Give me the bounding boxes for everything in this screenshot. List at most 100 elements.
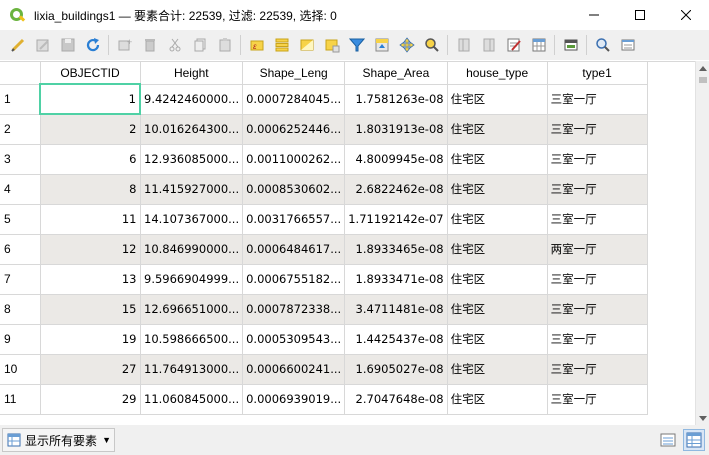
cell-house-type[interactable]: 住宅区 xyxy=(447,294,548,325)
cell-shape-area[interactable]: 1.6905027e-08 xyxy=(344,354,448,385)
cell-objectid[interactable]: 29 xyxy=(40,384,141,415)
cell-objectid[interactable]: 6 xyxy=(40,144,141,175)
table-row[interactable]: 1 1 9.4242460000... 0.0007284045... 1.758126… xyxy=(0,83,648,115)
cell-shape-area[interactable]: 4.8009945e-08 xyxy=(344,144,448,175)
cell-house-type[interactable]: 住宅区 xyxy=(447,234,548,265)
column-header-objectid[interactable]: OBJECTID xyxy=(40,62,141,85)
row-header[interactable]: 5 xyxy=(0,204,41,235)
cell-objectid[interactable]: 2 xyxy=(40,114,141,145)
new-field-icon[interactable] xyxy=(451,33,476,57)
scroll-down-arrow-icon[interactable] xyxy=(696,411,709,425)
cell-shape-leng[interactable]: 0.0011000262... xyxy=(242,144,346,175)
maximize-button[interactable] xyxy=(617,0,663,30)
cell-height[interactable]: 10.598666500... xyxy=(140,324,244,355)
pan-to-selection-icon[interactable] xyxy=(394,33,419,57)
row-header[interactable]: 10 xyxy=(0,354,41,385)
cell-objectid[interactable]: 1 xyxy=(39,83,141,115)
cell-shape-leng[interactable]: 0.0006600241... xyxy=(242,354,346,385)
row-header[interactable]: 7 xyxy=(0,264,41,295)
cell-shape-leng[interactable]: 0.0006755182... xyxy=(242,264,346,295)
select-by-expression-icon[interactable]: ε xyxy=(244,33,269,57)
select-all-icon[interactable] xyxy=(269,33,294,57)
cell-shape-area[interactable]: 1.7581263e-08 xyxy=(344,84,448,115)
cell-house-type[interactable]: 住宅区 xyxy=(447,204,548,235)
cell-shape-leng[interactable]: 0.0007284045... xyxy=(242,84,346,115)
cell-objectid[interactable]: 27 xyxy=(40,354,141,385)
table-row[interactable]: 10 27 11.764913000... 0.0006600241... 1.6905… xyxy=(0,354,648,385)
table-row[interactable]: 4 8 11.415927000... 0.0008530602... 2.682246… xyxy=(0,174,648,205)
row-header[interactable]: 9 xyxy=(0,324,41,355)
scroll-up-arrow-icon[interactable] xyxy=(696,61,709,75)
close-button[interactable] xyxy=(663,0,709,30)
cell-shape-leng[interactable]: 0.0031766557... xyxy=(242,204,346,235)
paste-icon[interactable] xyxy=(212,33,237,57)
toggle-editing-icon[interactable] xyxy=(5,33,30,57)
table-view-button[interactable] xyxy=(683,429,705,451)
cell-shape-leng[interactable]: 0.0006484617... xyxy=(242,234,346,265)
conditional-format-icon[interactable] xyxy=(526,33,551,57)
cell-height[interactable]: 10.016264300... xyxy=(140,114,244,145)
cell-shape-area[interactable]: 1.71192142e-07 xyxy=(344,204,448,235)
cell-shape-leng[interactable]: 0.0008530602... xyxy=(242,174,346,205)
table-row[interactable]: 6 12 10.846990000... 0.0006484617... 1.89334… xyxy=(0,234,648,265)
table-row[interactable]: 11 29 11.060845000... 0.0006939019... 2.7047… xyxy=(0,384,648,415)
cell-height[interactable]: 9.5966904999... xyxy=(140,264,244,295)
cell-objectid[interactable]: 19 xyxy=(40,324,141,355)
column-header-height[interactable]: Height xyxy=(140,62,244,85)
cell-type1[interactable]: 三室一厅 xyxy=(547,204,648,235)
cell-objectid[interactable]: 8 xyxy=(40,174,141,205)
table-row[interactable]: 3 6 12.936085000... 0.0011000262... 4.800994… xyxy=(0,144,648,175)
row-header[interactable]: 11 xyxy=(0,384,41,415)
table-row[interactable]: 5 11 14.107367000... 0.0031766557... 1.71192… xyxy=(0,204,648,235)
deselect-icon[interactable] xyxy=(319,33,344,57)
cell-type1[interactable]: 三室一厅 xyxy=(547,174,648,205)
cell-type1[interactable]: 三室一厅 xyxy=(547,324,648,355)
zoom-to-selection-icon[interactable] xyxy=(419,33,444,57)
cell-shape-area[interactable]: 2.7047648e-08 xyxy=(344,384,448,415)
cell-height[interactable]: 12.696651000... xyxy=(140,294,244,325)
cell-house-type[interactable]: 住宅区 xyxy=(447,144,548,175)
cell-shape-leng[interactable]: 0.0006939019... xyxy=(242,384,346,415)
cell-type1[interactable]: 三室一厅 xyxy=(547,144,648,175)
copy-icon[interactable] xyxy=(187,33,212,57)
cell-objectid[interactable]: 12 xyxy=(40,234,141,265)
column-header-shape-leng[interactable]: Shape_Leng xyxy=(242,62,346,85)
cell-house-type[interactable]: 住宅区 xyxy=(447,174,548,205)
cell-height[interactable]: 10.846990000... xyxy=(140,234,244,265)
add-feature-icon[interactable]: + xyxy=(112,33,137,57)
cell-shape-leng[interactable]: 0.0006252446... xyxy=(242,114,346,145)
form-view-button[interactable] xyxy=(657,429,679,451)
cut-icon[interactable] xyxy=(162,33,187,57)
vertical-scrollbar[interactable] xyxy=(695,61,709,425)
scroll-thumb[interactable] xyxy=(699,77,707,83)
reload-icon[interactable] xyxy=(80,33,105,57)
cell-objectid[interactable]: 11 xyxy=(40,204,141,235)
column-header-house-type[interactable]: house_type xyxy=(447,62,548,85)
cell-house-type[interactable]: 住宅区 xyxy=(447,114,548,145)
cell-height[interactable]: 11.764913000... xyxy=(140,354,244,385)
cell-height[interactable]: 11.060845000... xyxy=(140,384,244,415)
cell-house-type[interactable]: 住宅区 xyxy=(447,84,548,115)
table-row[interactable]: 8 15 12.696651000... 0.0007872338... 3.47114… xyxy=(0,294,648,325)
cell-type1[interactable]: 三室一厅 xyxy=(547,84,648,115)
cell-shape-area[interactable]: 3.4711481e-08 xyxy=(344,294,448,325)
row-header[interactable]: 4 xyxy=(0,174,41,205)
row-header[interactable]: 3 xyxy=(0,144,41,175)
cell-height[interactable]: 14.107367000... xyxy=(140,204,244,235)
table-row[interactable]: 9 19 10.598666500... 0.0005309543... 1.44254… xyxy=(0,324,648,355)
cell-height[interactable]: 12.936085000... xyxy=(140,144,244,175)
invert-selection-icon[interactable] xyxy=(294,33,319,57)
cell-shape-leng[interactable]: 0.0005309543... xyxy=(242,324,346,355)
corner-cell[interactable] xyxy=(0,62,41,85)
row-header[interactable]: 8 xyxy=(0,294,41,325)
actions-icon[interactable] xyxy=(590,33,615,57)
cell-house-type[interactable]: 住宅区 xyxy=(447,384,548,415)
cell-height[interactable]: 9.4242460000... xyxy=(140,84,244,115)
delete-field-icon[interactable] xyxy=(476,33,501,57)
cell-type1[interactable]: 三室一厅 xyxy=(547,354,648,385)
field-calculator-icon[interactable] xyxy=(501,33,526,57)
form-view-icon[interactable] xyxy=(615,33,640,57)
column-header-type1[interactable]: type1 xyxy=(547,62,648,85)
row-header[interactable]: 6 xyxy=(0,234,41,265)
table-row[interactable]: 2 2 10.016264300... 0.0006252446... 1.803191… xyxy=(0,114,648,145)
